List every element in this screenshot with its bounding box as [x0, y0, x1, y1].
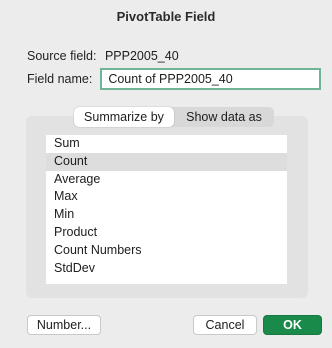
tab-show-data-as[interactable]: Show data as	[174, 107, 274, 127]
list-item-product[interactable]: Product	[46, 224, 287, 242]
source-field-row: Source field: PPP2005_40	[27, 49, 179, 63]
number-format-button[interactable]: Number...	[27, 315, 101, 335]
mode-segmented-control: Summarize by Show data as	[74, 107, 274, 127]
list-item-count-numbers[interactable]: Count Numbers	[46, 242, 287, 260]
tab-summarize-by[interactable]: Summarize by	[74, 107, 174, 127]
source-field-value: PPP2005_40	[104, 49, 179, 63]
list-item-average[interactable]: Average	[46, 171, 287, 189]
dialog-title: PivotTable Field	[116, 9, 216, 24]
list-item-min[interactable]: Min	[46, 206, 287, 224]
field-name-row: Field name:	[27, 68, 322, 90]
summary-function-list[interactable]: Sum Count Average Max Min Product Count …	[46, 135, 287, 284]
cancel-button[interactable]: Cancel	[193, 315, 257, 335]
list-item-max[interactable]: Max	[46, 188, 287, 206]
list-item-count[interactable]: Count	[46, 152, 287, 171]
source-field-label: Source field:	[27, 49, 97, 63]
list-item-sum[interactable]: Sum	[46, 135, 287, 153]
pivottable-field-dialog: PivotTable Field Source field: PPP2005_4…	[0, 0, 332, 348]
field-name-input[interactable]	[100, 68, 322, 90]
ok-button[interactable]: OK	[263, 315, 322, 335]
list-item-stddev[interactable]: StdDev	[46, 260, 287, 278]
field-name-label: Field name:	[27, 72, 93, 86]
